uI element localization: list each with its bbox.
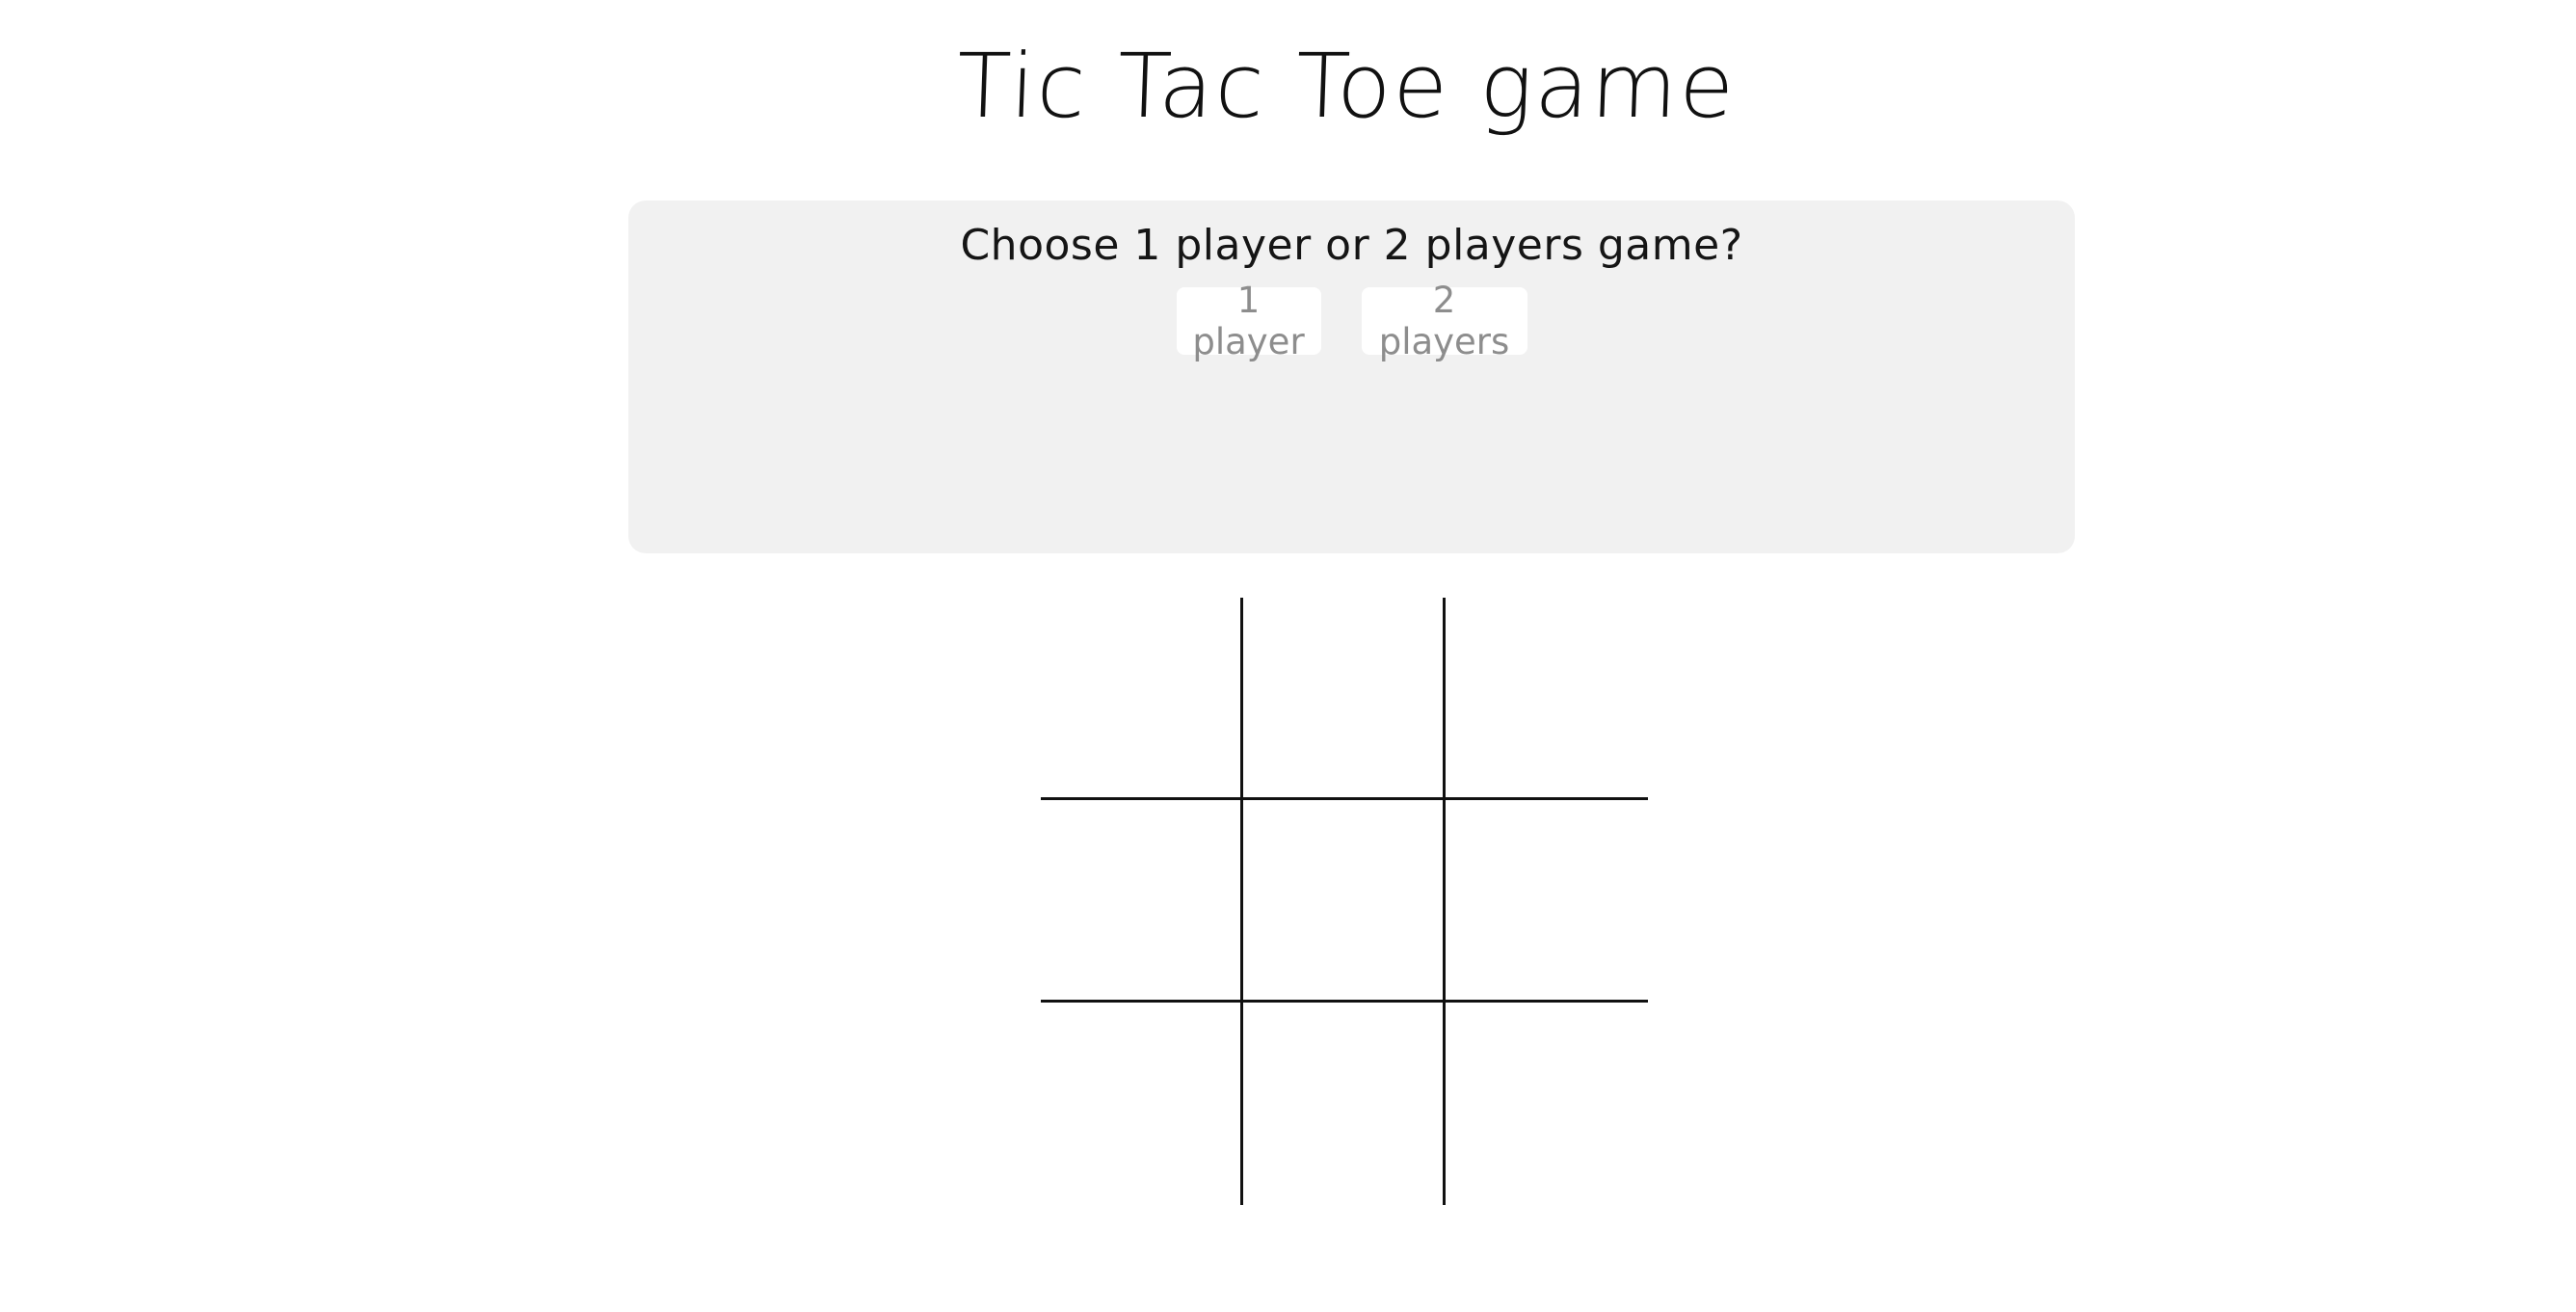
board-cell-7[interactable] <box>1041 1003 1243 1205</box>
board-cell-4[interactable] <box>1041 800 1243 1003</box>
board-cell-2[interactable] <box>1243 598 1446 800</box>
one-player-button[interactable]: 1 player <box>1176 280 1321 362</box>
game-page: Tic Tac Toe game Choose 1 player or 2 pl… <box>0 0 2576 1312</box>
board-cell-3[interactable] <box>1446 598 1648 800</box>
board-cell-8[interactable] <box>1243 1003 1446 1205</box>
board-cell-9[interactable] <box>1446 1003 1648 1205</box>
game-board <box>1041 598 1648 1205</box>
board-cell-1[interactable] <box>1041 598 1243 800</box>
mode-select-panel: Choose 1 player or 2 players game? 1 pla… <box>628 201 2075 553</box>
board-cell-6[interactable] <box>1446 800 1648 1003</box>
board-cell-5[interactable] <box>1243 800 1446 1003</box>
mode-buttons: 1 player 2 players <box>628 280 2075 362</box>
mode-prompt: Choose 1 player or 2 players game? <box>960 221 1743 270</box>
two-players-button[interactable]: 2 players <box>1361 280 1527 362</box>
page-title: Tic Tac Toe game <box>954 35 1739 138</box>
